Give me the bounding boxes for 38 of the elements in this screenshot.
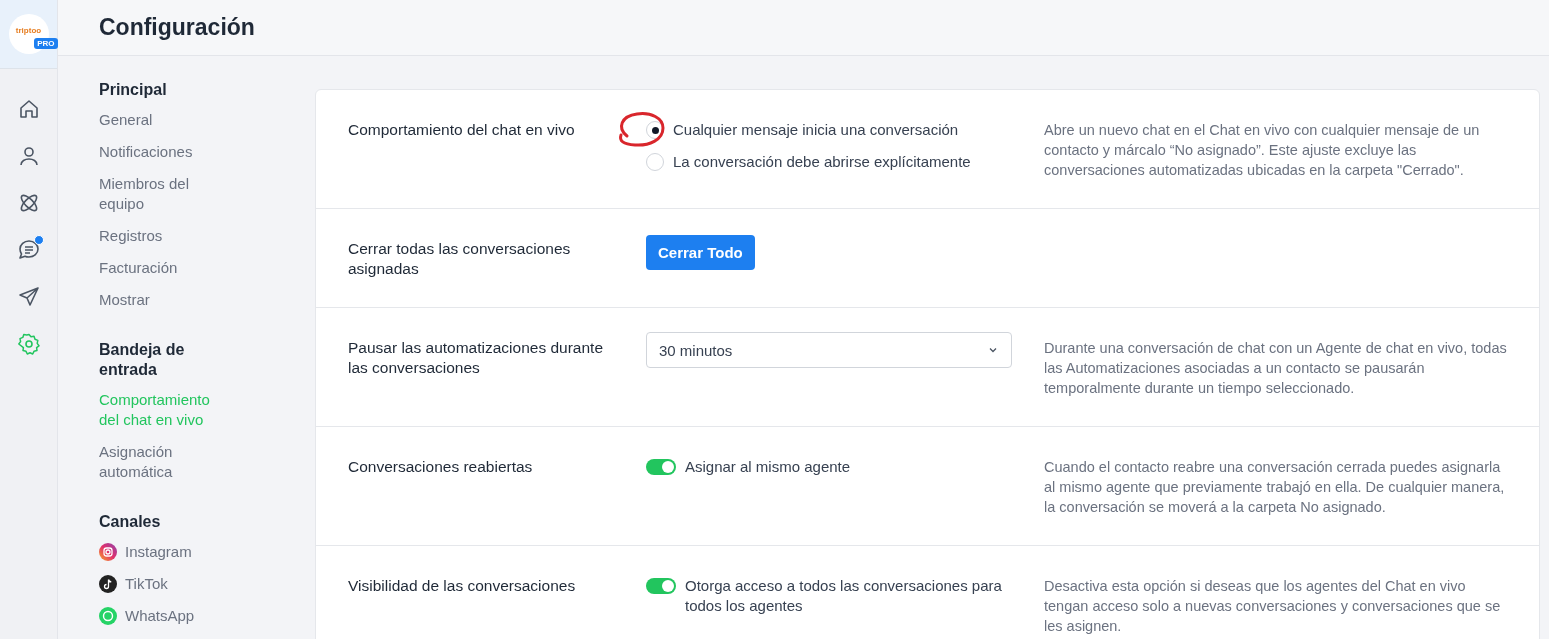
nav-item[interactable]: WhatsApp [99, 606, 224, 626]
setting-description: Abre un nuevo chat en el Chat en vivo con cualquier mensaje de un contacto y márcalo “No asignado”. Este ajuste excluye las conversaciones automatizadas ubicadas en la carpeta "Cerrado". [1044, 121, 1481, 180]
setting-description: Durante una conversación de chat con un Agente de chat en vivo, todas las Automatizaciones asociadas a un contacto se pausarán temporalmente durante un tiempo seleccionado. [1044, 339, 1507, 398]
toggle-switch[interactable] [646, 459, 676, 475]
setting-label: Pausar las automatizaciones durante las conversaciones [348, 338, 605, 378]
logo-text: triptoo [15, 25, 42, 35]
nav-item[interactable]: Facturación [99, 258, 224, 278]
pro-badge: PRO [34, 38, 58, 49]
toggle-label: Asignar al mismo agente [685, 457, 851, 477]
dropdown-field[interactable]: 30 minutos [646, 332, 1012, 368]
whatsapp-icon [99, 607, 117, 625]
setting-label: Conversaciones reabiertas [348, 457, 534, 477]
radio-option[interactable]: Cualquier mensaje inicia una conversación [646, 120, 1012, 140]
setting-label: Visibilidad de las conversaciones [348, 576, 577, 596]
nav-item[interactable]: Instagram [99, 542, 224, 562]
radio-option[interactable]: La conversación debe abrirse explícitamente [646, 152, 1012, 172]
nav-item[interactable]: General [99, 110, 224, 130]
toggle-switch[interactable] [646, 578, 676, 594]
nav-item[interactable]: TikTok [99, 574, 224, 594]
setting-description: Desactiva esta opción si deseas que los agentes del Chat en vivo tengan acceso solo a nuevas conversaciones y conversaciones que se les asignen. [1044, 577, 1502, 636]
setting-label: Comportamiento del chat en vivo [348, 120, 576, 140]
nav-item[interactable]: Notificaciones [99, 142, 224, 162]
send-icon[interactable] [16, 285, 41, 309]
toggle-label: Otorga acceso a todos las conversaciones para todos los agentes [685, 576, 1003, 616]
instagram-icon [99, 543, 117, 561]
nav-section-title: Bandeja de entrada [99, 340, 186, 380]
close-all-button[interactable]: Cerrar Todo [646, 235, 755, 270]
nav-item[interactable]: Registros [99, 226, 224, 246]
nav-section-title: Principal [99, 80, 168, 100]
nav-item[interactable]: Mostrar [99, 290, 224, 310]
page-title: Configuración [99, 14, 255, 41]
nav-item[interactable]: Miembros del equipo [99, 174, 224, 214]
chat-icon[interactable] [16, 238, 41, 262]
setting-description: Cuando el contacto reabre una conversación cerrada puedes asignarla al mismo agente que previamente trabajó en ella. De cualquier manera, la conversación se moverá a la carpeta No asignado. [1044, 458, 1506, 517]
tiktok-icon [99, 575, 117, 593]
setting-label: Cerrar todas las conversaciones asignadas [348, 239, 572, 279]
nav-item[interactable]: Asignación automática [99, 442, 224, 482]
nav-section-title: Canales [99, 512, 162, 532]
